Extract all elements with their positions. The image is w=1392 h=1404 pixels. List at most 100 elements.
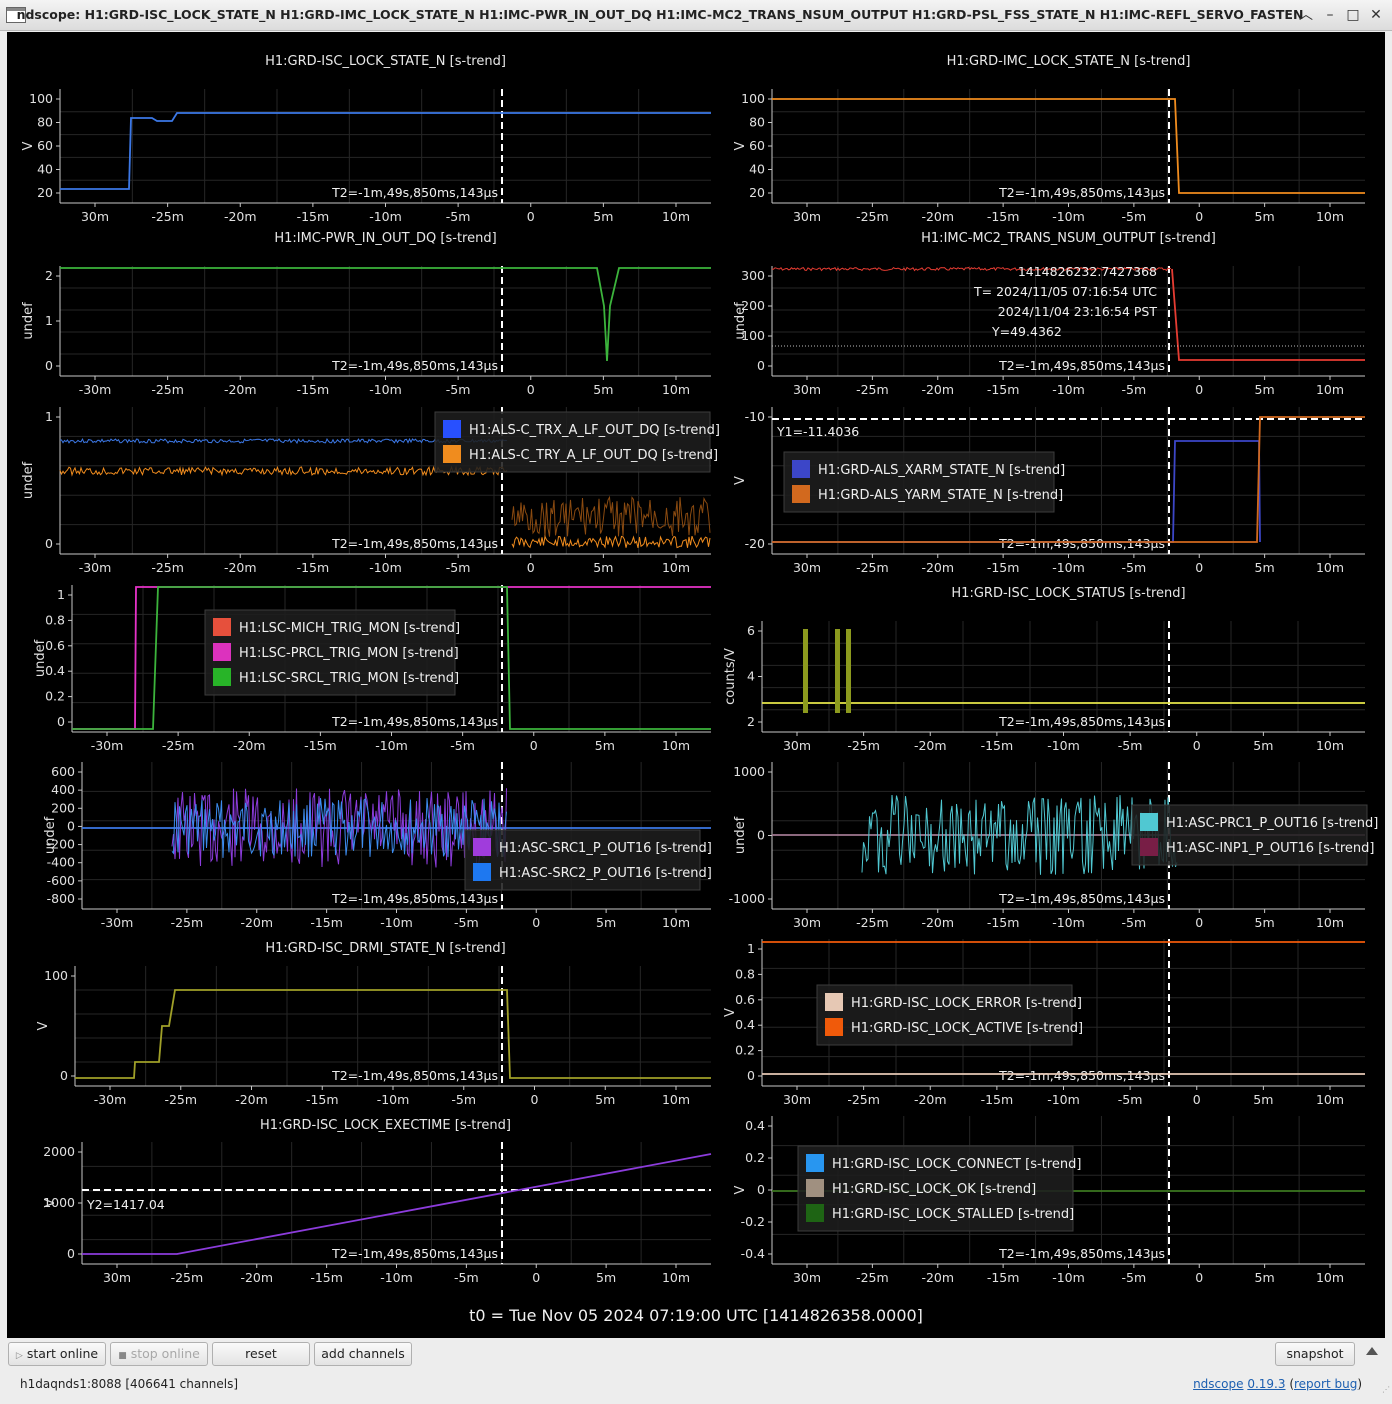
- legend-swatch[interactable]: [825, 993, 843, 1011]
- plot-imc-pwr[interactable]: H1:IMC-PWR_IN_OUT_DQ [s-trend] undef 2 1 0 -3…: [21, 231, 711, 397]
- report-bug-link[interactable]: report bug: [1294, 1377, 1357, 1391]
- x-tick-label: 0: [1195, 560, 1203, 575]
- legend[interactable]: H1:LSC-MICH_TRIG_MON [s-trend] H1:LSC-PRC…: [204, 609, 460, 696]
- play-icon: ▷: [15, 1351, 23, 1361]
- x-tick-label: 5m: [1255, 915, 1275, 930]
- legend[interactable]: H1:GRD-ALS_XARM_STATE_N [s-trend] H1:GRD-…: [783, 451, 1065, 513]
- plot-canvas[interactable]: H1:GRD-ISC_LOCK_STATE_N [s-trend]V100806…: [7, 32, 1385, 1338]
- legend-swatch[interactable]: [792, 460, 810, 478]
- legend-swatch[interactable]: [443, 420, 461, 438]
- x-tick-label: -10m: [380, 915, 413, 930]
- t2-cursor-label: T2=-1m,49s,850ms,143µs: [331, 358, 498, 373]
- legend-swatch[interactable]: [1140, 838, 1158, 856]
- legend[interactable]: H1:ASC-PRC1_P_OUT16 [s-trend] H1:ASC-INP1…: [1131, 804, 1378, 866]
- plot-title: H1:GRD-ISC_LOCK_STATUS [s-trend]: [951, 586, 1185, 601]
- y-tick-label: 0: [45, 536, 53, 551]
- x-tick-label: 0: [1195, 209, 1203, 224]
- plot-als-tr[interactable]: undef 1 0 -30m -25m -20m -15m -10m -5m 0 5m 10m T2=-…: [21, 407, 720, 575]
- x-tick-label: -15m: [310, 915, 343, 930]
- x-tick-label: -10m: [369, 209, 402, 224]
- legend[interactable]: H1:GRD-ISC_LOCK_CONNECT [s-trend] H1:GRD-…: [797, 1145, 1081, 1232]
- x-tick-label: -10m: [377, 1092, 410, 1107]
- t2-cursor-label: T2=-1m,49s,850ms,143µs: [998, 1246, 1165, 1261]
- y-tick-label: 0: [757, 1182, 765, 1197]
- y-axis-label: V: [21, 141, 36, 150]
- x-tick-label: -20m: [233, 738, 266, 753]
- t2-cursor-label: T2=-1m,49s,850ms,143µs: [331, 536, 498, 551]
- snapshot-button[interactable]: snapshot: [1275, 1342, 1355, 1366]
- x-tick-label: -15m: [304, 738, 337, 753]
- plot-mc2-trans[interactable]: H1:IMC-MC2_TRANS_NSUM_OUTPUT [s-trend]un…: [733, 231, 1365, 397]
- legend-swatch[interactable]: [806, 1154, 824, 1172]
- y-tick-label: 1: [45, 409, 53, 424]
- legend-swatch[interactable]: [825, 1018, 843, 1036]
- y-axis-label: counts/V: [723, 648, 738, 705]
- legend-swatch[interactable]: [213, 643, 231, 661]
- reset-button[interactable]: reset: [212, 1342, 310, 1366]
- y-tick-label: -0.2: [741, 1214, 765, 1229]
- cursor-readout: Y=49.4362: [991, 324, 1062, 339]
- legend-swatch[interactable]: [806, 1179, 824, 1197]
- plot-lock-connect[interactable]: V 0.4 0.2 0 -0.2 -0.4 30m -25m -20m -15m -10m -5m 0 5…: [733, 1116, 1365, 1285]
- x-tick-label: 0: [527, 382, 535, 397]
- minimize-button[interactable]: –: [1320, 5, 1340, 25]
- plot-als-arm-state[interactable]: V -10 -20 30m -25m -20m -15m -10m -5m 0 5m 10m T2=-1…: [733, 407, 1365, 575]
- plot-isc-lock-state[interactable]: H1:GRD-ISC_LOCK_STATE_N [s-trend] V 100 80 6…: [21, 54, 711, 224]
- y-tick-label: 0: [45, 358, 53, 373]
- legend[interactable]: H1:ASC-SRC1_P_OUT16 [s-trend] H1:ASC-SRC2…: [464, 829, 712, 891]
- plot-grid[interactable]: H1:GRD-ISC_LOCK_STATE_N [s-trend] V 100 80 6…: [7, 32, 1385, 1338]
- legend-swatch[interactable]: [806, 1204, 824, 1222]
- legend-entry: H1:ASC-INP1_P_OUT16 [s-trend]: [1166, 841, 1374, 856]
- plot-title: H1:GRD-ISC_LOCK_EXECTIME [s-trend]: [260, 1118, 511, 1133]
- x-tick-label: -20m: [914, 738, 947, 753]
- plot-drmi-state[interactable]: H1:GRD-ISC_DRMI_STATE_N [s-trend] V 100 0 -3…: [36, 941, 711, 1107]
- y-tick-label: 0: [57, 714, 65, 729]
- x-tick-label: -30m: [91, 738, 124, 753]
- stop-online-button: ■ stop online: [110, 1342, 208, 1366]
- x-tick-label: 10m: [662, 382, 690, 397]
- status-bar: h1daqnds1:8088 [406641 channels] ndscope…: [0, 1374, 1392, 1398]
- x-tick-label: -10m: [1052, 1270, 1085, 1285]
- x-tick-label: -20m: [921, 915, 954, 930]
- maximize-button[interactable]: □: [1343, 5, 1363, 25]
- legend-swatch[interactable]: [443, 445, 461, 463]
- x-tick-label: -30m: [79, 382, 112, 397]
- plot-lock-exectime[interactable]: H1:GRD-ISC_LOCK_EXECTIME [s-trend]V20001…: [43, 1118, 712, 1285]
- start-online-button[interactable]: ▷ start online: [8, 1342, 106, 1366]
- plot-lock-error-active[interactable]: V 1 0.8 0.6 0.4 0.2 0 30m -25m -20m -15m -10m -5m 0 5m…: [723, 939, 1365, 1107]
- legend[interactable]: H1:ALS-C_TRX_A_LF_OUT_DQ [s-trend] H1:ALS…: [434, 411, 720, 473]
- keep-above-button[interactable]: ︿: [1296, 5, 1316, 25]
- add-channels-button[interactable]: add channels: [314, 1342, 412, 1366]
- close-button[interactable]: ✕: [1366, 5, 1386, 25]
- plot-asc-src[interactable]: undef6004002000-200-400-600-800-30m -25m -…: [43, 762, 712, 930]
- y-tick-label: 80: [37, 115, 53, 130]
- legend[interactable]: H1:GRD-ISC_LOCK_ERROR [s-trend] H1:GRD-IS…: [816, 984, 1083, 1046]
- plot-isc-lock-status[interactable]: H1:GRD-ISC_LOCK_STATUS [s-trend] counts/V…: [723, 586, 1365, 753]
- y-tick-label: 0.4: [45, 663, 65, 678]
- y-tick-label: -0.4: [741, 1246, 765, 1261]
- legend-swatch[interactable]: [473, 838, 491, 856]
- plot-asc-prc-inp[interactable]: undef 1000 0 -1000 30m -25m -20m -15m -10m -5m 0 5m…: [729, 762, 1379, 930]
- plot-imc-lock-state[interactable]: H1:GRD-IMC_LOCK_STATE_N [s-trend] V 100 80 6…: [733, 54, 1365, 224]
- t2-cursor-label: T2=-1m,49s,850ms,143µs: [331, 714, 498, 729]
- legend-entry: H1:GRD-ISC_LOCK_CONNECT [s-trend]: [832, 1157, 1081, 1172]
- legend-swatch[interactable]: [213, 668, 231, 686]
- x-tick-label: 5m: [1255, 1270, 1275, 1285]
- legend-swatch[interactable]: [473, 863, 491, 881]
- legend-swatch[interactable]: [213, 618, 231, 636]
- legend-entry: H1:ASC-SRC1_P_OUT16 [s-trend]: [499, 841, 712, 856]
- version-link[interactable]: 0.19.3: [1247, 1377, 1285, 1391]
- x-tick-label: -5m: [1122, 560, 1147, 575]
- legend-swatch[interactable]: [1140, 813, 1158, 831]
- x-tick-label: -25m: [856, 560, 889, 575]
- resize-grip-icon[interactable]: ⋰: [1382, 1385, 1390, 1394]
- ndscope-link[interactable]: ndscope: [1193, 1377, 1243, 1391]
- y-tick-label: 0: [757, 358, 765, 373]
- y-axis-label: undef: [733, 816, 748, 854]
- y-tick-label: 0.6: [735, 992, 755, 1007]
- y-tick-label: 20: [749, 185, 765, 200]
- y-tick-label: 200: [51, 800, 75, 815]
- expand-arrow-icon[interactable]: [1366, 1347, 1378, 1355]
- legend-swatch[interactable]: [792, 485, 810, 503]
- plot-lsc-trig[interactable]: undef10.80.60.40.20-30m -25m -20m -15m -10m -…: [33, 585, 711, 753]
